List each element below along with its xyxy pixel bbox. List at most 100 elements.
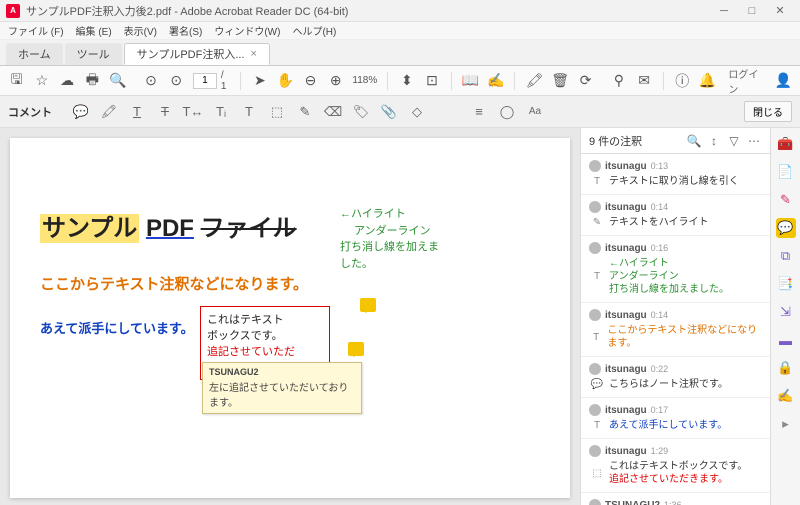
comment-item[interactable]: itsunagu0:16T←ハイライトアンダーライン打ち消し線を加えました。 xyxy=(581,236,770,303)
highlighted-text[interactable]: サンプル xyxy=(40,214,139,243)
cloud-icon[interactable]: ☁ xyxy=(58,72,75,90)
menu-help[interactable]: ヘルプ(H) xyxy=(288,23,340,38)
fit-width-icon[interactable]: ⬍ xyxy=(398,72,415,90)
comment-item[interactable]: itsunagu1:29⬚これはテキストボックスです。追記させていただきます。 xyxy=(581,439,770,493)
fit-page-icon[interactable]: ⊡ xyxy=(423,72,440,90)
comment-text: これはテキストボックスです。追記させていただきます。 xyxy=(609,460,747,486)
comment-item[interactable]: TSUNAGU21:36💬左に追記させていただいております。 xyxy=(581,493,770,505)
comment-item[interactable]: itsunagu0:14✎テキストをハイライト xyxy=(581,195,770,236)
document-area[interactable]: サンプル PDF ファイル ←ハイライト アンダーライン 打ち消し線を加えま し… xyxy=(0,128,580,505)
comment-item[interactable]: itsunagu0:13Tテキストに取り消し線を引く xyxy=(581,154,770,195)
highlight-icon[interactable]: 🖍 xyxy=(525,72,543,90)
comments-list[interactable]: itsunagu0:13Tテキストに取り消し線を引くitsunagu0:14✎テ… xyxy=(581,154,770,505)
sticky-note-2-icon[interactable] xyxy=(348,342,364,356)
comment-item[interactable]: itsunagu0:17Tあえて派手にしています。 xyxy=(581,398,770,439)
color-picker-icon[interactable]: ◯ xyxy=(498,103,516,121)
strikethrough-text[interactable]: ファイル xyxy=(201,215,297,242)
text-tool-icon[interactable]: T xyxy=(240,103,258,121)
comment-item[interactable]: itsunagu0:22💬こちらはノート注釈です。 xyxy=(581,357,770,398)
protect-icon[interactable]: 🔒 xyxy=(776,358,796,378)
close-comment-toolbar-button[interactable]: 閉じる xyxy=(744,101,792,122)
avatar-icon xyxy=(589,363,601,375)
organize-icon[interactable]: 📑 xyxy=(776,274,796,294)
comment-author: itsunagu xyxy=(605,161,647,172)
tab-tools[interactable]: ツール xyxy=(65,43,122,65)
zoom-in-icon[interactable]: ⊕ xyxy=(327,72,344,90)
search-icon[interactable]: 🔍 xyxy=(109,72,126,90)
textbox-tool-icon[interactable]: ⬚ xyxy=(268,103,286,121)
page-up-icon[interactable]: ⊙ xyxy=(142,72,159,90)
edit-pdf-icon[interactable]: ✎ xyxy=(776,190,796,210)
attachment-tool-icon[interactable]: 📎 xyxy=(380,103,398,121)
tab-document[interactable]: サンプルPDF注釈入... × xyxy=(124,43,270,65)
mail-icon[interactable]: ✉ xyxy=(635,72,652,90)
page-number-input[interactable] xyxy=(193,73,217,89)
sort-comments-icon[interactable]: ↕ xyxy=(706,133,722,149)
help-icon[interactable]: ⓘ xyxy=(674,72,691,90)
tab-close-icon[interactable]: × xyxy=(251,48,257,60)
comment-tool-icon[interactable]: 💬 xyxy=(776,218,796,238)
compress-icon[interactable]: ⇲ xyxy=(776,302,796,322)
stamp-tool-icon[interactable]: 🏷 xyxy=(352,103,370,121)
sticky-note-icon[interactable]: 💬 xyxy=(72,103,90,121)
menu-sign[interactable]: 署名(S) xyxy=(165,23,206,38)
share-icon[interactable]: ⚲ xyxy=(610,72,627,90)
avatar-icon xyxy=(589,445,601,457)
underline-tool-icon[interactable]: T xyxy=(128,103,146,121)
underlined-text[interactable]: PDF xyxy=(146,215,194,242)
account-icon[interactable]: 👤 xyxy=(775,72,792,90)
orange-paragraph[interactable]: ここからテキスト注釈などになります。 xyxy=(40,273,540,294)
comment-time: 0:14 xyxy=(651,310,669,320)
menu-file[interactable]: ファイル (F) xyxy=(4,23,68,38)
comment-time: 0:13 xyxy=(651,161,669,171)
rotate-icon[interactable]: ⟳ xyxy=(577,72,594,90)
close-window-button[interactable]: ✕ xyxy=(766,0,794,22)
menu-edit[interactable]: 編集 (E) xyxy=(72,23,116,38)
more-tools-icon[interactable]: ▸ xyxy=(776,414,796,434)
options-comments-icon[interactable]: ⋯ xyxy=(746,133,762,149)
insert-text-icon[interactable]: Tᵢ xyxy=(212,103,230,121)
star-icon[interactable]: ☆ xyxy=(33,72,50,90)
login-button[interactable]: ログイン xyxy=(728,66,766,96)
arrow-tool-icon[interactable]: ➤ xyxy=(251,72,268,90)
minimize-button[interactable]: ─ xyxy=(710,0,738,22)
comment-author: itsunagu xyxy=(605,243,647,254)
read-aloud-icon[interactable]: 📖 xyxy=(462,72,479,90)
menu-window[interactable]: ウィンドウ(W) xyxy=(210,23,284,38)
pencil-tool-icon[interactable]: ✎ xyxy=(296,103,314,121)
replace-text-icon[interactable]: T↔ xyxy=(184,103,202,121)
strikethrough-tool-icon[interactable]: T xyxy=(156,103,174,121)
tab-home[interactable]: ホーム xyxy=(6,43,63,65)
zoom-level[interactable]: 118% xyxy=(352,75,377,86)
zoom-out-icon[interactable]: ⊖ xyxy=(302,72,319,90)
highlight-tool-icon[interactable]: 🖍 xyxy=(100,103,118,121)
bell-icon[interactable]: 🔔 xyxy=(699,72,716,90)
popup-note[interactable]: TSUNAGU2 左に追記させていただいております。 xyxy=(202,362,362,414)
comments-panel: 9 件の注釈 🔍 ↕ ▽ ⋯ itsunagu0:13Tテキストに取り消し線を引… xyxy=(580,128,770,505)
font-size-icon[interactable]: Aa xyxy=(526,103,544,121)
combine-icon[interactable]: ⧉ xyxy=(776,246,796,266)
menu-view[interactable]: 表示(V) xyxy=(120,23,161,38)
page-down-icon[interactable]: ⊙ xyxy=(168,72,185,90)
eraser-tool-icon[interactable]: ⌫ xyxy=(324,103,342,121)
tab-document-label: サンプルPDF注釈入... xyxy=(137,46,245,62)
sign-icon[interactable]: ✍ xyxy=(487,72,504,90)
hand-tool-icon[interactable]: ✋ xyxy=(276,72,293,90)
comment-item[interactable]: itsunagu0:14Tここからテキスト注釈などになります。 xyxy=(581,303,770,357)
search-comments-icon[interactable]: 🔍 xyxy=(686,133,702,149)
delete-icon[interactable]: 🗑 xyxy=(551,72,569,90)
print-icon[interactable]: 🖶 xyxy=(84,72,101,90)
create-pdf-icon[interactable]: 🧰 xyxy=(776,134,796,154)
workspace: サンプル PDF ファイル ←ハイライト アンダーライン 打ち消し線を加えま し… xyxy=(0,128,800,505)
fill-sign-icon[interactable]: ✍ xyxy=(776,386,796,406)
maximize-button[interactable]: □ xyxy=(738,0,766,22)
comment-type-icon: T xyxy=(591,331,601,343)
green-annotation-text[interactable]: ←ハイライト アンダーライン 打ち消し線を加えま した。 xyxy=(340,206,439,272)
export-pdf-icon[interactable]: 📄 xyxy=(776,162,796,182)
filter-comments-icon[interactable]: ▽ xyxy=(726,133,742,149)
shapes-tool-icon[interactable]: ◇ xyxy=(408,103,426,121)
redact-icon[interactable]: ▬ xyxy=(776,330,796,350)
sticky-note-1-icon[interactable] xyxy=(360,298,376,312)
line-weight-icon[interactable]: ≡ xyxy=(470,103,488,121)
save-icon[interactable]: 🖫 xyxy=(8,72,25,90)
